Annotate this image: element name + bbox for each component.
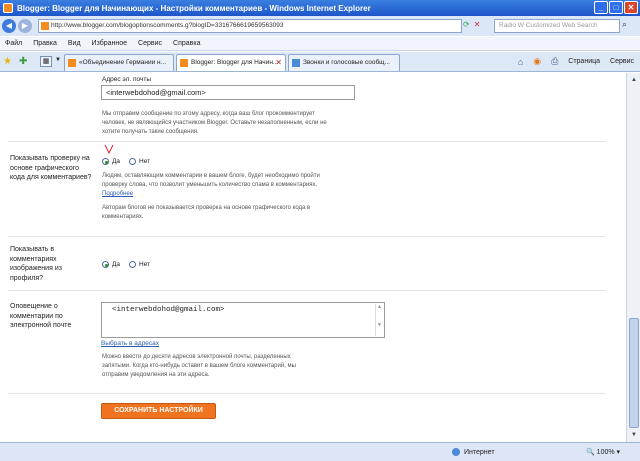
forward-button[interactable]: ▶ <box>18 19 32 33</box>
quick-tabs-icon[interactable]: ▦ <box>40 56 52 67</box>
back-button[interactable]: ◀ <box>2 19 16 33</box>
close-tab-icon[interactable]: ✕ <box>275 55 282 71</box>
profile-images-yes-label: Да <box>112 261 121 268</box>
search-icon[interactable]: ⌕ <box>622 19 627 30</box>
tab-calls[interactable]: Звонки и голосовые сообщ... <box>288 54 400 71</box>
menu-file[interactable]: Файл <box>5 40 22 47</box>
email-label: Адрес эл. почты <box>102 76 152 83</box>
favorites-star-icon[interactable]: ★ <box>3 56 12 67</box>
notify-email-value: <interwebdohod@gmail.com> <box>112 306 225 314</box>
maximize-button[interactable]: □ <box>609 1 623 14</box>
stop-icon[interactable]: ✕ <box>474 20 481 29</box>
page-favicon-icon <box>292 59 300 67</box>
print-icon[interactable]: ⎙ <box>551 56 558 67</box>
page-scrollbar[interactable]: ▲ ▼ <box>626 73 640 442</box>
feeds-icon[interactable]: ◉ <box>533 56 541 67</box>
captcha-label: Показывать проверку на основе графическо… <box>10 155 92 181</box>
ie-app-icon <box>3 3 13 13</box>
zone-label: Интернет <box>464 448 495 456</box>
zoom-icon: 🔍 <box>586 449 595 456</box>
zoom-control[interactable]: 🔍 100% ▾ <box>586 448 620 456</box>
more-link[interactable]: Подробнее <box>102 191 133 197</box>
home-icon[interactable]: ⌂ <box>518 57 523 67</box>
divider <box>8 141 606 142</box>
status-bar: Интернет 🔍 100% ▾ <box>0 442 640 461</box>
captcha-no-radio[interactable] <box>129 158 137 165</box>
tab-label: Blogger: Blogger для Начин... <box>191 59 279 66</box>
window-controls: _ □ ✕ <box>594 1 638 14</box>
globe-icon <box>452 448 460 456</box>
choose-addresses-link[interactable]: Выбрать в адресах <box>101 340 159 347</box>
close-button[interactable]: ✕ <box>624 1 638 14</box>
divider <box>8 236 606 237</box>
menu-favorites[interactable]: Избранное <box>92 40 127 47</box>
notify-note: Можно ввести до десяти адресов электронн… <box>102 354 296 378</box>
profile-images-no-radio[interactable] <box>129 261 137 268</box>
address-toolbar: ◀ ▶ http://www.blogger.com/blogoptionsco… <box>0 16 640 36</box>
email-note: Мы отправим сообщение по этому адресу, к… <box>102 111 327 135</box>
tools-menu[interactable]: Сервис <box>610 58 634 65</box>
menu-bar: Файл Правка Вид Избранное Сервис Справка <box>0 37 640 51</box>
captcha-yes-label: Да <box>112 158 121 165</box>
tab-germany[interactable]: «Объединение Германии н... <box>64 54 174 71</box>
window-title-bar: Blogger: Blogger для Начинающих - Настро… <box>0 0 640 16</box>
captcha-note: Людям, оставляющим комментарии в вашем б… <box>102 172 332 199</box>
captcha-no-label: Нет <box>139 158 151 165</box>
security-zone: Интернет <box>452 448 495 456</box>
menu-help[interactable]: Справка <box>173 40 200 47</box>
divider <box>8 393 606 394</box>
address-field[interactable]: http://www.blogger.com/blogoptionscommen… <box>38 19 462 33</box>
blogger-favicon-icon <box>41 22 49 30</box>
red-check-mark-icon <box>104 144 114 154</box>
minimize-button[interactable]: _ <box>594 1 608 14</box>
blogger-favicon-icon <box>180 59 188 67</box>
scroll-down-icon[interactable]: ▼ <box>628 429 640 441</box>
notify-email-textarea[interactable]: <interwebdohod@gmail.com> ▲ ▼ <box>101 302 385 338</box>
tab-list-dropdown-icon[interactable]: ▼ <box>55 57 61 63</box>
save-settings-button[interactable]: СОХРАНИТЬ НАСТРОЙКИ <box>101 403 216 419</box>
page-menu[interactable]: Страница <box>568 58 600 65</box>
profile-images-yes-radio[interactable] <box>102 261 109 268</box>
zoom-dropdown-icon[interactable]: ▾ <box>617 449 621 456</box>
captcha-yes-radio[interactable] <box>102 158 109 165</box>
captcha-note-text: Людям, оставляющим комментарии в вашем б… <box>102 173 320 188</box>
tab-bar: ★ ✚ ▦ ▼ «Объединение Германии н... Blogg… <box>0 52 640 72</box>
notify-label: Оповещение о комментарии по электронной … <box>10 303 72 329</box>
tab-label: Звонки и голосовые сообщ... <box>303 59 390 66</box>
menu-view[interactable]: Вид <box>68 40 81 47</box>
captcha-note-authors: Авторам блогов не показывается проверка … <box>102 205 311 220</box>
command-bar: ⌂ ◉ ⎙ Страница Сервис <box>518 56 634 67</box>
add-favorites-icon[interactable]: ✚ <box>19 56 27 67</box>
profile-images-no-label: Нет <box>139 261 151 268</box>
profile-images-options: Да Нет <box>102 261 150 268</box>
address-url: http://www.blogger.com/blogoptionscommen… <box>51 22 284 29</box>
scroll-thumb[interactable] <box>629 318 639 428</box>
profile-images-label: Показывать в комментариях изображения из… <box>10 246 62 282</box>
tab-blogger[interactable]: Blogger: Blogger для Начин... ✕ <box>176 54 286 71</box>
zoom-level: 100% <box>596 449 615 456</box>
menu-edit[interactable]: Правка <box>33 40 57 47</box>
email-field[interactable]: <interwebdohod@gmail.com> <box>101 85 355 100</box>
tab-label: «Объединение Германии н... <box>79 59 167 66</box>
divider <box>8 290 606 291</box>
refresh-icon[interactable]: ⟳ <box>463 20 470 29</box>
blogger-favicon-icon <box>68 59 76 67</box>
scroll-up-icon[interactable]: ▲ <box>628 74 640 86</box>
captcha-options: Да Нет <box>102 158 150 165</box>
search-input[interactable]: Radio W Customized Web Search <box>494 19 620 33</box>
textarea-scrollbar[interactable]: ▲ ▼ <box>375 304 383 336</box>
window-title: Blogger: Blogger для Начинающих - Настро… <box>17 3 371 13</box>
menu-tools[interactable]: Сервис <box>138 40 162 47</box>
page-content: Адрес эл. почты <interwebdohod@gmail.com… <box>0 73 626 442</box>
address-actions: ⟳ ✕ <box>463 20 480 29</box>
